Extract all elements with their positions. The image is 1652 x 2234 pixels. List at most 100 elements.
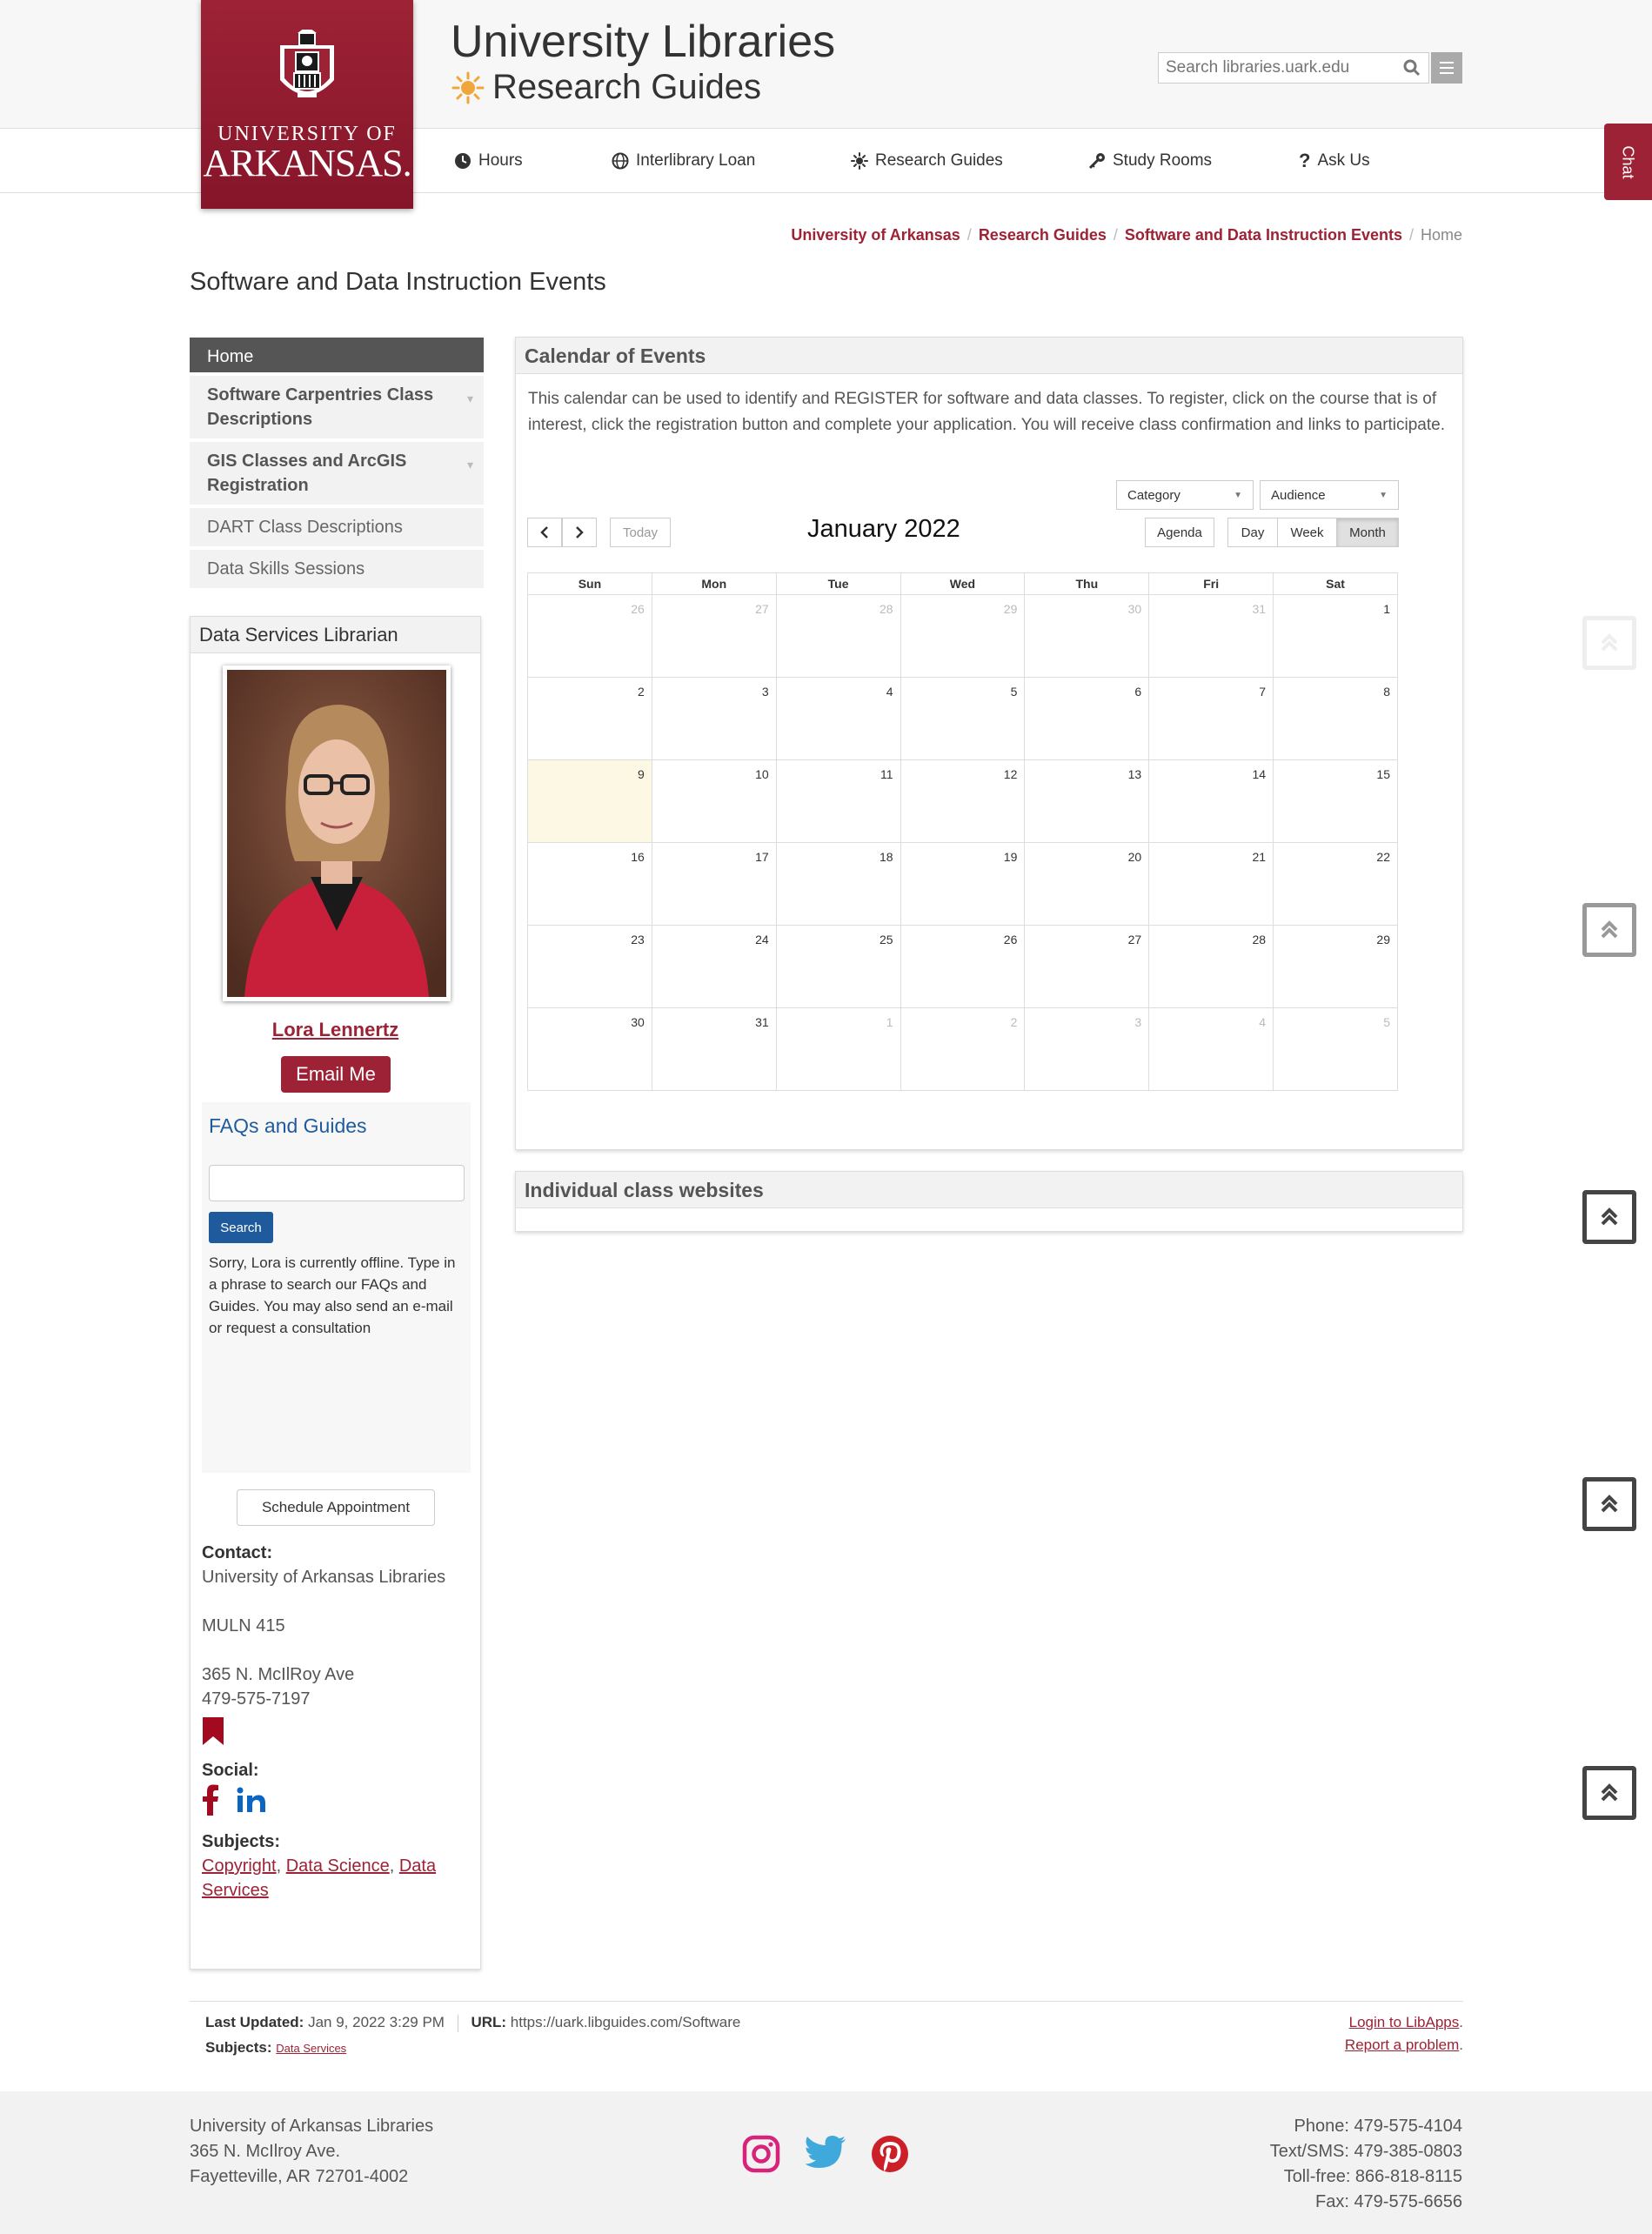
calendar-day-cell[interactable]: 31 — [1148, 594, 1274, 678]
site-search[interactable] — [1158, 52, 1429, 84]
weekday-header: Sat — [1273, 572, 1398, 595]
calendar-day-cell[interactable]: 31 — [651, 1007, 777, 1091]
weekday-header: Wed — [900, 572, 1026, 595]
side-nav-item-gis-classes[interactable]: GIS Classes and ArcGIS Registration ▾ — [190, 442, 484, 505]
breadcrumb-university[interactable]: University of Arkansas — [791, 226, 960, 244]
view-week-button[interactable]: Week — [1277, 518, 1337, 547]
meta-subject-link[interactable]: Data Services — [276, 2042, 346, 2055]
calendar-day-cell[interactable]: 28 — [1148, 925, 1274, 1008]
calendar-day-cell[interactable]: 22 — [1273, 842, 1398, 926]
calendar-day-cell[interactable]: 28 — [775, 594, 901, 678]
double-chevron-up-icon — [1601, 920, 1618, 939]
calendar-day-cell[interactable]: 14 — [1148, 759, 1274, 843]
breadcrumb-guide[interactable]: Software and Data Instruction Events — [1125, 226, 1402, 244]
university-logo[interactable]: UNIVERSITY OF ARKANSAS. — [201, 0, 413, 209]
calendar-day-cell[interactable]: 25 — [775, 925, 901, 1008]
category-filter-select[interactable]: Category ▼ — [1116, 480, 1254, 510]
scroll-to-top-button[interactable] — [1582, 1190, 1636, 1244]
calendar-day-cell[interactable]: 1 — [775, 1007, 901, 1091]
calendar-day-cell[interactable]: 12 — [900, 759, 1026, 843]
side-nav-item-data-skills[interactable]: Data Skills Sessions — [190, 550, 484, 588]
site-search-input[interactable] — [1159, 57, 1376, 78]
scroll-to-top-button[interactable] — [1582, 616, 1636, 670]
subject-link-data-science[interactable]: Data Science — [286, 1856, 390, 1876]
instagram-icon[interactable] — [742, 2135, 780, 2173]
calendar-day-cell[interactable]: 20 — [1024, 842, 1150, 926]
linkedin-icon[interactable] — [237, 1787, 266, 1813]
calendar-day-cell[interactable]: 3 — [1024, 1007, 1150, 1091]
calendar-day-cell[interactable]: 30 — [1024, 594, 1150, 678]
nav-research-guides[interactable]: Research Guides — [851, 129, 1003, 193]
site-subtitle[interactable]: Research Guides — [451, 68, 761, 107]
breadcrumb-research-guides[interactable]: Research Guides — [979, 226, 1107, 244]
calendar-day-cell[interactable]: 29 — [900, 594, 1026, 678]
calendar-day-cell[interactable]: 26 — [527, 594, 652, 678]
chat-tab[interactable]: Chat — [1604, 124, 1652, 200]
calendar-day-cell[interactable]: 21 — [1148, 842, 1274, 926]
calendar-day-cell[interactable]: 6 — [1024, 677, 1150, 760]
prev-month-button[interactable] — [527, 518, 562, 547]
search-icon[interactable] — [1402, 58, 1421, 77]
calendar-day-cell[interactable]: 4 — [1148, 1007, 1274, 1091]
bookmark-icon[interactable] — [202, 1716, 224, 1746]
schedule-appointment-button[interactable]: Schedule Appointment — [237, 1489, 435, 1526]
today-button[interactable]: Today — [610, 518, 671, 547]
nav-interlibrary-loan[interactable]: Interlibrary Loan — [612, 129, 755, 193]
nav-hours[interactable]: Hours — [454, 129, 523, 193]
next-month-button[interactable] — [562, 518, 597, 547]
calendar-day-cell[interactable]: 17 — [651, 842, 777, 926]
faq-search-input[interactable] — [209, 1165, 465, 1201]
calendar-day-cell[interactable]: 27 — [651, 594, 777, 678]
side-nav-item-dart[interactable]: DART Class Descriptions — [190, 508, 484, 546]
scroll-to-top-button[interactable] — [1582, 1766, 1636, 1820]
facebook-icon[interactable] — [202, 1784, 219, 1816]
calendar-day-cell[interactable]: 5 — [1273, 1007, 1398, 1091]
footer-sms: Text/SMS: 479-385-0803 — [1269, 2142, 1462, 2161]
side-nav-item-software-carpentries[interactable]: Software Carpentries Class Descriptions … — [190, 376, 484, 438]
calendar-day-cell[interactable]: 18 — [775, 842, 901, 926]
scroll-to-top-button[interactable] — [1582, 1477, 1636, 1531]
calendar-day-cell[interactable]: 23 — [527, 925, 652, 1008]
report-problem-link[interactable]: Report a problem — [1345, 2037, 1459, 2053]
calendar-day-cell[interactable]: 8 — [1273, 677, 1398, 760]
side-nav-item-home[interactable]: Home — [190, 338, 484, 372]
calendar-day-cell[interactable]: 4 — [775, 677, 901, 760]
calendar-day-cell[interactable]: 3 — [651, 677, 777, 760]
calendar-day-cell[interactable]: 15 — [1273, 759, 1398, 843]
pinterest-icon[interactable] — [871, 2135, 909, 2173]
calendar-day-cell[interactable]: 16 — [527, 842, 652, 926]
login-libapps-link[interactable]: Login to LibApps — [1349, 2014, 1460, 2030]
calendar-day-cell[interactable]: 26 — [900, 925, 1026, 1008]
scroll-to-top-button[interactable] — [1582, 903, 1636, 957]
librarian-name-link[interactable]: Lora Lennertz — [191, 1019, 480, 1041]
calendar-month-grid: Sun Mon Tue Wed Thu Fri Sat 26 27 28 29 … — [527, 572, 1398, 1091]
calendar-day-cell[interactable]: 19 — [900, 842, 1026, 926]
calendar-day-cell[interactable]: 1 — [1273, 594, 1398, 678]
footer-address-line: Fayetteville, AR 72701-4002 — [190, 2167, 409, 2186]
hamburger-menu-button[interactable] — [1431, 52, 1462, 84]
site-title[interactable]: University Libraries — [451, 16, 835, 68]
faq-search-button[interactable]: Search — [209, 1212, 273, 1243]
calendar-day-cell[interactable]: 24 — [651, 925, 777, 1008]
calendar-day-cell[interactable]: 10 — [651, 759, 777, 843]
side-nav-item-label: GIS Classes and ArcGIS Registration — [207, 451, 407, 495]
calendar-day-cell[interactable]: 2 — [900, 1007, 1026, 1091]
calendar-day-cell[interactable]: 27 — [1024, 925, 1150, 1008]
calendar-day-cell[interactable]: 13 — [1024, 759, 1150, 843]
view-month-button[interactable]: Month — [1336, 518, 1399, 547]
view-agenda-button[interactable]: Agenda — [1145, 518, 1214, 547]
calendar-day-cell[interactable]: 11 — [775, 759, 901, 843]
nav-ask-us[interactable]: ? Ask Us — [1299, 129, 1370, 193]
calendar-day-cell[interactable]: 30 — [527, 1007, 652, 1091]
subject-link-copyright[interactable]: Copyright — [202, 1856, 277, 1876]
view-day-button[interactable]: Day — [1227, 518, 1278, 547]
email-me-button[interactable]: Email Me — [281, 1056, 391, 1093]
calendar-day-cell-today[interactable]: 9 — [527, 759, 652, 843]
calendar-day-cell[interactable]: 5 — [900, 677, 1026, 760]
audience-filter-select[interactable]: Audience ▼ — [1260, 480, 1399, 510]
calendar-day-cell[interactable]: 7 — [1148, 677, 1274, 760]
calendar-day-cell[interactable]: 2 — [527, 677, 652, 760]
nav-study-rooms[interactable]: Study Rooms — [1088, 129, 1212, 193]
twitter-icon[interactable] — [805, 2135, 846, 2170]
calendar-day-cell[interactable]: 29 — [1273, 925, 1398, 1008]
